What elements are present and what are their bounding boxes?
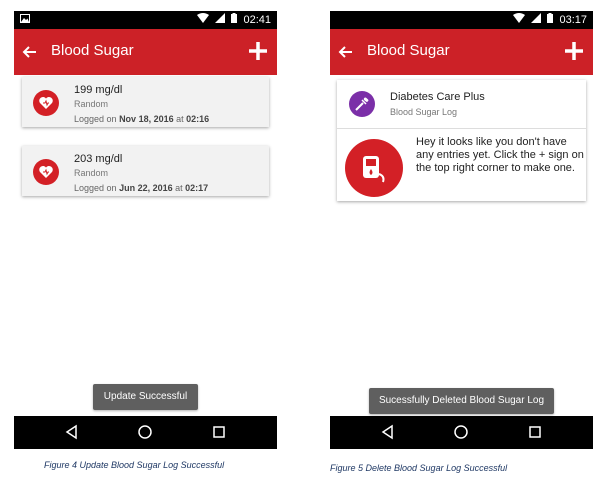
nav-back-icon[interactable] bbox=[64, 424, 80, 440]
app-bar: Blood Sugar bbox=[14, 29, 277, 75]
entry-type: Random bbox=[74, 99, 109, 109]
entry-reading: 199 mg/dl bbox=[74, 84, 123, 96]
entry-type: Random bbox=[74, 168, 109, 178]
app-bar: Blood Sugar bbox=[330, 29, 593, 75]
toolbar-title: Blood Sugar bbox=[367, 42, 450, 59]
nav-bar bbox=[14, 416, 277, 449]
nav-recents-icon[interactable] bbox=[527, 424, 543, 440]
image-icon bbox=[20, 14, 30, 26]
add-icon[interactable] bbox=[245, 38, 271, 64]
phone-screen-update: 02:41 Blood Sugar 199 mg/dl Random Logge… bbox=[14, 11, 277, 449]
log-entry-card[interactable]: 203 mg/dl Random Logged on Jun 22, 2016 … bbox=[22, 146, 269, 196]
syringe-pill-icon bbox=[349, 91, 375, 117]
app-name: Diabetes Care Plus bbox=[390, 91, 485, 103]
toolbar-title: Blood Sugar bbox=[51, 42, 134, 59]
empty-card-header: Diabetes Care Plus Blood Sugar Log bbox=[337, 80, 586, 129]
heart-icon bbox=[33, 159, 59, 185]
empty-state-card: Diabetes Care Plus Blood Sugar Log Hey i… bbox=[337, 80, 586, 201]
signal-icon bbox=[215, 13, 226, 26]
toast-message: Sucessfully Deleted Blood Sugar Log bbox=[369, 388, 554, 414]
status-time: 03:17 bbox=[559, 13, 587, 26]
heart-icon bbox=[33, 90, 59, 116]
blood-drop-device-icon bbox=[345, 139, 403, 197]
entry-reading: 203 mg/dl bbox=[74, 153, 123, 165]
status-bar: 02:41 bbox=[14, 11, 277, 29]
app-subtitle: Blood Sugar Log bbox=[390, 107, 458, 117]
nav-home-icon[interactable] bbox=[453, 424, 469, 440]
toast-message: Update Successful bbox=[93, 384, 198, 410]
entry-logged: Logged on Nov 18, 2016 at 02:16 bbox=[74, 114, 210, 124]
back-arrow-icon[interactable] bbox=[20, 42, 40, 62]
signal-icon bbox=[531, 13, 542, 26]
figure-caption: Figure 5 Delete Blood Sugar Log Successf… bbox=[330, 463, 508, 473]
log-entry-card[interactable]: 199 mg/dl Random Logged on Nov 18, 2016 … bbox=[22, 77, 269, 127]
back-arrow-icon[interactable] bbox=[336, 42, 356, 62]
add-icon[interactable] bbox=[561, 38, 587, 64]
status-time: 02:41 bbox=[243, 13, 271, 26]
entry-logged: Logged on Jun 22, 2016 at 02:17 bbox=[74, 183, 209, 193]
nav-back-icon[interactable] bbox=[380, 424, 396, 440]
battery-icon bbox=[547, 13, 554, 26]
wifi-icon bbox=[197, 13, 210, 26]
phone-screen-delete: 03:17 Blood Sugar Diabetes Care Plus Blo… bbox=[330, 11, 593, 449]
wifi-icon bbox=[513, 13, 526, 26]
nav-recents-icon[interactable] bbox=[211, 424, 227, 440]
nav-bar bbox=[330, 416, 593, 449]
empty-state-message: Hey it looks like you don't have any ent… bbox=[416, 136, 584, 174]
figure-caption: Figure 4 Update Blood Sugar Log Successf… bbox=[44, 460, 225, 470]
battery-icon bbox=[231, 13, 238, 26]
status-bar: 03:17 bbox=[330, 11, 593, 29]
nav-home-icon[interactable] bbox=[137, 424, 153, 440]
